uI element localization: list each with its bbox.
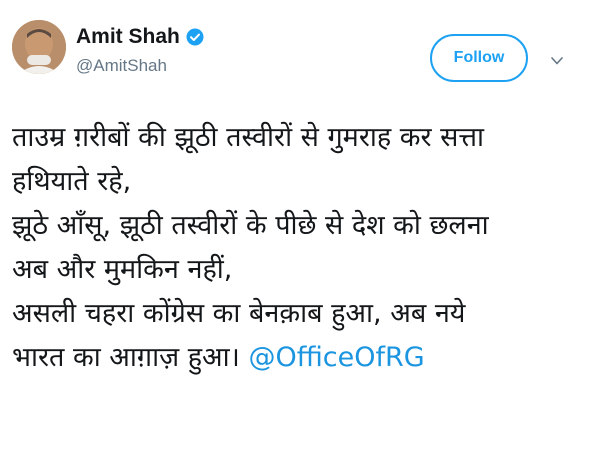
chevron-down-icon[interactable] <box>551 53 563 65</box>
tweet-line: ताउम्र ग़रीबों की झूठी तस्वीरों से गुमरा… <box>12 122 485 153</box>
tweet-line: हथियाते रहे, <box>12 166 132 197</box>
tweet-card: Amit Shah @AmitShah Follow ताउम्र ग़रीबो… <box>0 0 600 450</box>
mention-link[interactable]: @OfficeOfRG <box>248 342 424 373</box>
tweet-author: Amit Shah @AmitShah <box>76 24 204 76</box>
author-handle[interactable]: @AmitShah <box>76 56 204 76</box>
tweet-text: ताउम्र ग़रीबों की झूठी तस्वीरों से गुमरा… <box>12 116 572 380</box>
avatar-image <box>12 20 66 74</box>
author-name[interactable]: Amit Shah <box>76 24 180 50</box>
tweet-line: अब और मुमकिन नहीं, <box>12 254 233 285</box>
author-name-row: Amit Shah <box>76 24 204 50</box>
verified-badge-icon <box>186 28 204 46</box>
tweet-line: असली चहरा कोंग्रेस का बेनक़ाब हुआ, अब नय… <box>12 298 466 329</box>
follow-button[interactable]: Follow <box>430 34 528 82</box>
avatar[interactable] <box>12 20 66 74</box>
tweet-line-last: भारत का आग़ाज़ हुआ। @OfficeOfRG <box>12 336 572 380</box>
tweet-line: झूठे आँसू, झूठी तस्वीरों के पीछे से देश … <box>12 210 489 241</box>
tweet-line-text: भारत का आग़ाज़ हुआ। <box>12 342 249 373</box>
